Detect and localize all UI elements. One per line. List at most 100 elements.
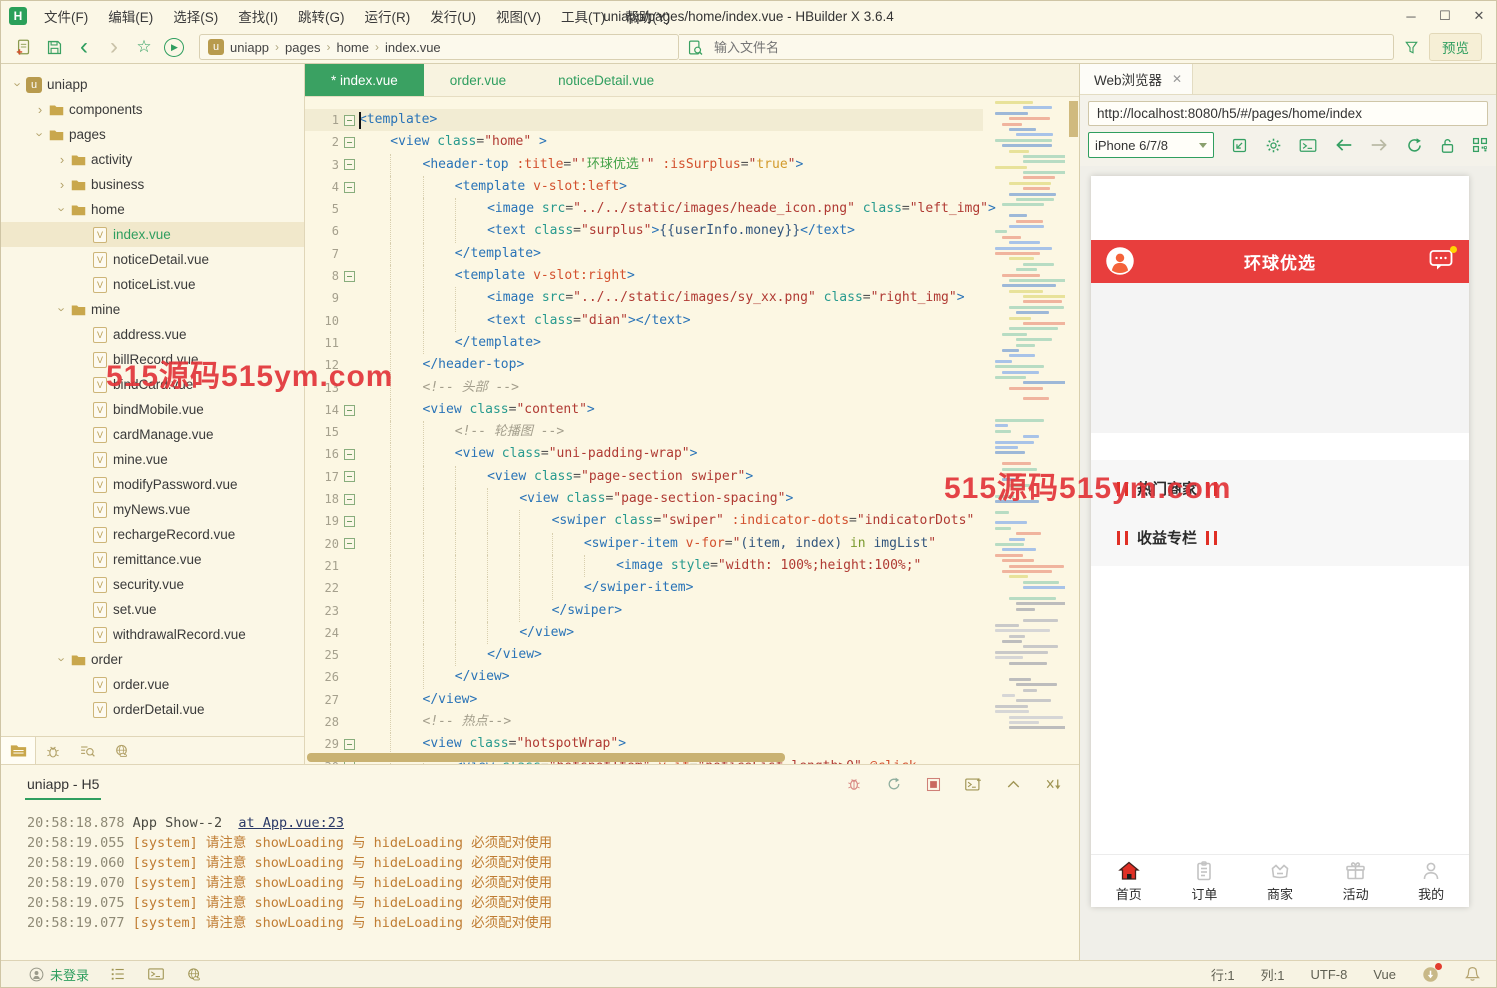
tree-item-orderDetail-vue[interactable]: VorderDetail.vue [1,697,304,722]
tabbar-item-merchant[interactable]: 商家 [1242,855,1318,907]
language-mode-indicator[interactable]: Vue [1373,967,1396,982]
maximize-button[interactable]: ☐ [1428,3,1462,29]
lock-icon[interactable] [1440,137,1455,154]
tree-item-noticeList-vue[interactable]: VnoticeList.vue [1,272,304,297]
tree-item-bindCard-vue[interactable]: VbindCard.vue [1,372,304,397]
fold-marker-icon[interactable] [339,494,359,505]
breadcrumb-item[interactable]: index.vue [385,40,441,55]
tree-item-order-vue[interactable]: Vorder.vue [1,672,304,697]
url-input[interactable] [1088,101,1488,126]
collapse-panel-icon[interactable] [1006,778,1021,790]
fold-marker-icon[interactable] [339,115,359,126]
save-button[interactable] [39,34,69,60]
fold-marker-icon[interactable] [339,538,359,549]
editor-tab-index.vue[interactable]: * index.vue [305,64,424,96]
menu-item[interactable]: 发行(U) [421,2,485,30]
editor-surface[interactable]: 1<template>2<view class="home" >3<header… [305,97,1079,764]
menu-item[interactable]: 帮助(Y) [616,2,679,30]
console-tab[interactable]: uniapp - H5 [25,768,101,800]
settings-gear-icon[interactable] [1265,137,1282,154]
menu-item[interactable]: 编辑(E) [99,2,162,30]
tree-item-billRecord-vue[interactable]: VbillRecord.vue [1,347,304,372]
cursor-row-indicator[interactable]: 行:1 [1211,965,1235,984]
task-list-icon[interactable] [111,967,126,981]
navigate-back-button[interactable]: ‹ [69,34,99,60]
menu-item[interactable]: 选择(S) [164,2,227,30]
minimize-button[interactable]: ─ [1394,3,1428,29]
qr-code-icon[interactable] [1472,137,1488,153]
chevron-collapsed-icon[interactable]: › [33,102,47,117]
browser-back-icon[interactable] [1334,138,1353,152]
editor-tab-order.vue[interactable]: order.vue [424,64,532,96]
breadcrumb-item[interactable]: home [336,40,369,55]
tree-item-myNews-vue[interactable]: VmyNews.vue [1,497,304,522]
tree-item-business[interactable]: ›business [1,172,304,197]
tree-item-modifyPassword-vue[interactable]: VmodifyPassword.vue [1,472,304,497]
terminal-icon[interactable] [148,967,164,981]
vertical-scrollbar[interactable] [1069,101,1078,137]
tree-item-address-vue[interactable]: Vaddress.vue [1,322,304,347]
editor-tab-noticeDetail.vue[interactable]: noticeDetail.vue [532,64,680,96]
breadcrumb-item[interactable]: pages [285,40,320,55]
cursor-col-indicator[interactable]: 列:1 [1261,965,1285,984]
run-button[interactable]: ▶ [159,34,189,60]
menu-item[interactable]: 运行(R) [356,2,420,30]
menu-item[interactable]: 视图(V) [487,2,550,30]
tree-item-bindMobile-vue[interactable]: VbindMobile.vue [1,397,304,422]
chevron-expanded-icon[interactable]: › [33,128,48,142]
refresh-icon[interactable] [1406,137,1423,154]
fold-marker-icon[interactable] [339,271,359,282]
browser-forward-icon[interactable] [1370,138,1389,152]
tree-item-home[interactable]: ›home [1,197,304,222]
file-search-box[interactable] [679,34,1394,60]
clear-console-icon[interactable] [1045,777,1063,791]
source-link[interactable]: at App.vue:23 [238,815,344,831]
tabbar-item-mine[interactable]: 我的 [1393,855,1469,907]
console-window-icon[interactable] [1299,138,1317,153]
close-button[interactable]: ✕ [1462,3,1496,29]
new-file-button[interactable] [9,34,39,60]
restart-icon[interactable] [886,776,902,792]
tree-item-security-vue[interactable]: Vsecurity.vue [1,572,304,597]
project-tree[interactable]: ›uuniapp›components›pages›activity›busin… [1,64,304,736]
tabbar-item-home[interactable]: 首页 [1091,855,1167,907]
tree-item-set-vue[interactable]: Vset.vue [1,597,304,622]
debug-tab[interactable] [36,737,70,764]
tree-item-activity[interactable]: ›activity [1,147,304,172]
device-selector[interactable]: iPhone 6/7/8 [1088,132,1214,158]
open-external-icon[interactable] [1231,137,1248,154]
tree-item-cardManage-vue[interactable]: VcardManage.vue [1,422,304,447]
tree-item-order[interactable]: ›order [1,647,304,672]
tree-item-mine-vue[interactable]: Vmine.vue [1,447,304,472]
fold-marker-icon[interactable] [339,739,359,750]
stop-icon[interactable] [926,777,941,792]
breadcrumb-item[interactable]: uniapp [230,40,269,55]
chevron-expanded-icon[interactable]: › [11,78,26,92]
chevron-expanded-icon[interactable]: › [55,653,70,667]
navigate-forward-button[interactable]: › [99,34,129,60]
search-files-tab[interactable] [70,737,104,764]
chevron-expanded-icon[interactable]: › [55,203,70,217]
login-status[interactable]: 未登录 [29,965,89,984]
new-console-icon[interactable] [965,777,982,792]
fold-marker-icon[interactable] [339,471,359,482]
avatar[interactable] [1105,246,1135,276]
tree-item-noticeDetail-vue[interactable]: VnoticeDetail.vue [1,247,304,272]
browser-tab-close-icon[interactable]: ✕ [1172,72,1182,86]
tree-item-remittance-vue[interactable]: Vremittance.vue [1,547,304,572]
fold-marker-icon[interactable] [339,182,359,193]
web-browser-tab[interactable]: Web浏览器 ✕ [1080,64,1193,94]
tree-item-rechargeRecord-vue[interactable]: VrechargeRecord.vue [1,522,304,547]
message-icon[interactable] [1429,249,1455,273]
fold-marker-icon[interactable] [339,449,359,460]
tree-item-mine[interactable]: ›mine [1,297,304,322]
fold-marker-icon[interactable] [339,516,359,527]
bookmark-star-button[interactable]: ☆ [129,34,159,60]
menu-item[interactable]: 工具(T) [552,2,614,30]
banner-swiper-placeholder[interactable] [1091,283,1469,433]
tree-item-pages[interactable]: ›pages [1,122,304,147]
fold-marker-icon[interactable] [339,405,359,416]
fold-marker-icon[interactable] [339,137,359,148]
chevron-collapsed-icon[interactable]: › [55,177,69,192]
update-download-icon[interactable] [1422,966,1439,983]
